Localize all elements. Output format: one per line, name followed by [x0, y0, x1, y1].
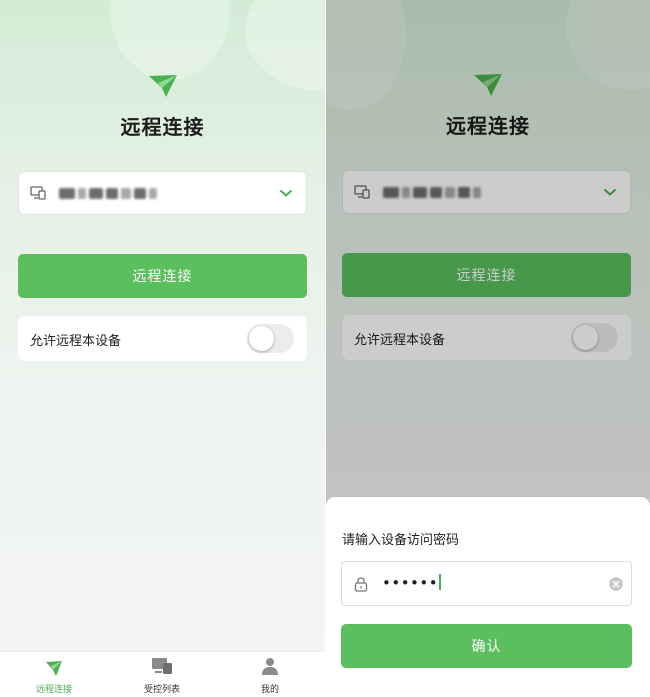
device-select-value: [59, 185, 157, 201]
tab-mine[interactable]: 我的: [216, 652, 324, 697]
allow-remote-toggle[interactable]: [247, 324, 294, 353]
clear-icon[interactable]: [609, 577, 623, 591]
remote-connect-screen: 远程连接 远程连接 允许远程本设备 远程连接 受控列表 我的: [0, 0, 325, 697]
allow-remote-row: 允许远程本设备: [18, 316, 307, 361]
device-select[interactable]: [18, 171, 307, 215]
password-sheet: 请输入设备访问密码 •••••• 确认: [326, 497, 650, 697]
background-shape: [245, 0, 325, 90]
sheet-title: 请输入设备访问密码: [342, 533, 460, 548]
background-shape: [110, 0, 230, 80]
tab-controlled-list[interactable]: 受控列表: [108, 652, 216, 697]
lock-icon: [354, 577, 368, 592]
devices-icon: [30, 186, 46, 200]
password-input[interactable]: ••••••: [341, 561, 632, 606]
confirm-button[interactable]: 确认: [341, 624, 632, 668]
allow-remote-label: 允许远程本设备: [30, 334, 122, 349]
page-title: 远程连接: [120, 115, 205, 139]
tab-remote-connect[interactable]: 远程连接: [0, 652, 108, 697]
paper-plane-icon: [46, 661, 62, 676]
tab-label: 受控列表: [143, 685, 180, 695]
app-logo-icon: [149, 75, 177, 97]
password-value: ••••••: [382, 574, 441, 592]
text-caret: [439, 574, 441, 590]
bottom-tab-bar: 远程连接 受控列表 我的: [0, 651, 325, 697]
tab-label: 我的: [260, 685, 279, 695]
connect-button[interactable]: 远程连接: [18, 254, 307, 298]
user-icon: [262, 658, 278, 675]
chevron-down-icon[interactable]: [279, 187, 293, 199]
tab-label: 远程连接: [35, 685, 72, 695]
devices-icon: [152, 658, 172, 674]
password-dialog-screen: 远程连接 远程连接 允许远程本设备 请输入设备访问密码 •••••• 确认: [326, 0, 650, 697]
